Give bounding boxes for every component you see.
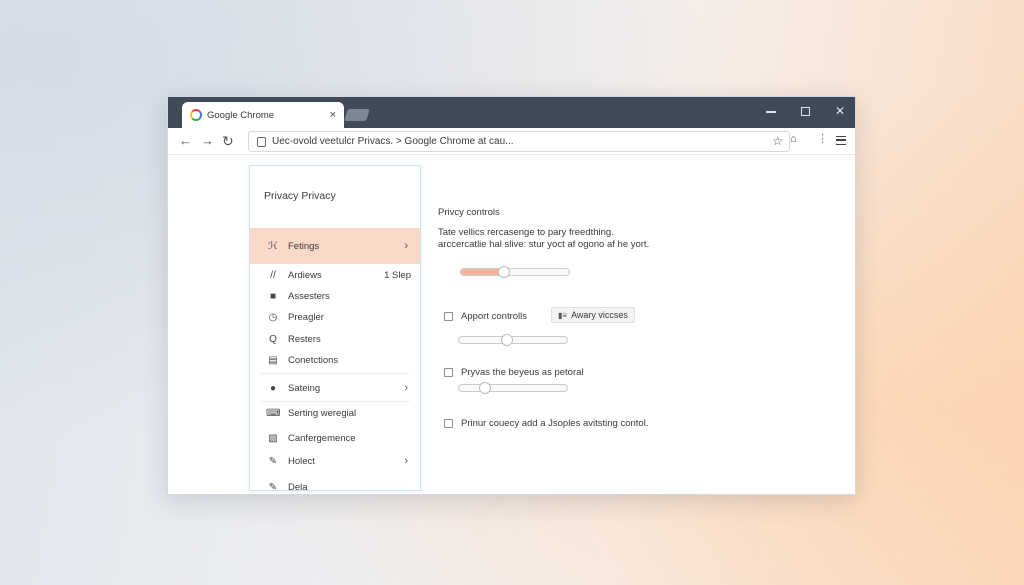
privacy-slider-1[interactable]	[460, 266, 570, 278]
close-window-button[interactable]: ✕	[833, 104, 847, 118]
url-text[interactable]: Uec-ovold veetulcr Privacs. > Google Chr…	[272, 136, 781, 147]
chrome-logo-icon	[190, 109, 202, 121]
option-label: Prinur couecy add a Jsoples avitsting co…	[461, 418, 649, 429]
wrench-icon: ℋ	[268, 240, 278, 252]
maximize-button[interactable]	[798, 104, 812, 118]
slider-thumb[interactable]	[498, 266, 511, 278]
checkbox[interactable]	[444, 312, 453, 321]
sidebar-item-label: Canfergemence	[288, 432, 356, 444]
privacy-slider-3[interactable]	[458, 382, 568, 394]
slider-fill	[459, 337, 507, 343]
bookmark-star-icon[interactable]: ☆	[772, 134, 783, 148]
sidebar-item-canfergemence[interactable]: ▧ Canfergemence	[250, 427, 420, 449]
minimize-icon	[766, 111, 776, 113]
document-icon: ▧	[268, 432, 278, 444]
title-bar: Google Chrome × ✕	[168, 97, 855, 128]
option-label: Pryvas the beyeus as petoral	[461, 367, 584, 378]
sidebar-item-sateing[interactable]: ● Sateing ›	[250, 377, 420, 399]
chip-label: Awary viccses	[571, 310, 628, 320]
briefcase-icon: ■	[269, 290, 277, 302]
address-bar[interactable]: Uec-ovold veetulcr Privacs. > Google Chr…	[248, 131, 790, 152]
apport-controls-option[interactable]: Apport controlls	[444, 311, 527, 322]
sidebar-item-label: Holect	[288, 455, 315, 467]
pryvas-option[interactable]: Pryvas the beyeus as petoral	[444, 367, 584, 378]
sidebar-item-conetctions[interactable]: ▤ Conetctions	[250, 349, 420, 371]
chevron-right-icon: ›	[404, 382, 408, 394]
sidebar-item-label: Assesters	[288, 290, 330, 302]
forward-button[interactable]: →	[201, 133, 214, 149]
sidebar-item-ardiews[interactable]: // Ardiews 1 Slep	[250, 264, 420, 286]
search-icon: Q	[269, 333, 277, 345]
checkbox[interactable]	[444, 419, 453, 428]
page-info-icon[interactable]	[257, 136, 266, 147]
minimize-button[interactable]	[764, 104, 778, 118]
description-line: Tate vellics rercasenge to pary freedthi…	[438, 227, 614, 238]
description-line: arccercatlie hal slive: stur yoct af ogo…	[438, 239, 650, 250]
tab-close-icon[interactable]: ×	[330, 109, 336, 121]
pen-icon: //	[270, 269, 276, 281]
extension-icon[interactable]: ⌂	[790, 133, 797, 145]
sidebar-divider	[260, 373, 410, 374]
list-icon: ▮≡	[558, 310, 568, 320]
tag-icon: ✎	[268, 481, 278, 491]
browser-window: Google Chrome × ✕ ← → ↻ Uec-ovold veetul…	[167, 96, 856, 495]
awary-viccses-chip[interactable]: ▮≡ Awary viccses	[551, 307, 635, 323]
clock-icon: ◷	[268, 311, 278, 323]
sidebar-item-label: Conetctions	[288, 354, 339, 366]
kebab-icon[interactable]: ⋮	[817, 132, 828, 145]
sidebar-item-assesters[interactable]: ■ Assesters	[250, 285, 420, 307]
sidebar-item-serting-weregial[interactable]: ⌨ Serting weregial	[250, 402, 420, 424]
sidebar-item-fetings[interactable]: ℋ Fetings ›	[250, 228, 420, 264]
keyboard-icon: ⌨	[266, 407, 281, 419]
slider-thumb[interactable]	[500, 334, 513, 346]
sidebar-item-holect[interactable]: ✎ Holect ›	[250, 450, 420, 472]
option-label: Apport controlls	[461, 311, 528, 322]
maximize-icon	[800, 107, 810, 117]
section-description: Tate vellics rercasenge to pary freedthi…	[438, 227, 649, 251]
sidebar-item-label: Sateing	[288, 382, 321, 394]
chevron-right-icon: ›	[404, 240, 408, 252]
sidebar-title: Privacy Privacy	[264, 190, 336, 202]
sidebar-item-label: Resters	[288, 333, 321, 345]
back-button[interactable]: ←	[179, 133, 192, 149]
sidebar-item-preagler[interactable]: ◷ Preagler	[250, 306, 420, 328]
sidebar-item-label: Ardiews	[288, 269, 322, 281]
menu-icon[interactable]	[836, 136, 846, 145]
sidebar-item-dela[interactable]: ✎ Dela	[250, 476, 420, 491]
sidebar-item-label: Serting weregial	[288, 407, 357, 419]
sidebar-item-resters[interactable]: Q Resters	[250, 328, 420, 350]
new-tab-button[interactable]	[344, 109, 370, 121]
prinur-option[interactable]: Prinur couecy add a Jsoples avitsting co…	[444, 418, 648, 429]
browser-toolbar: ← → ↻ Uec-ovold veetulcr Privacs. > Goog…	[168, 128, 855, 155]
chevron-right-icon: ›	[404, 455, 408, 467]
browser-tab[interactable]: Google Chrome ×	[182, 102, 344, 128]
sidebar-item-meta: 1 Slep	[384, 269, 411, 281]
checkbox[interactable]	[444, 368, 453, 377]
sidebar-item-label: Dela	[288, 481, 308, 491]
sidebar-item-label: Preagler	[288, 311, 324, 323]
settings-sidebar: Privacy Privacy ℋ Fetings › // Ardiews 1…	[249, 165, 421, 491]
pencil-icon: ✎	[268, 455, 278, 467]
sidebar-item-label: Fetings	[288, 240, 320, 252]
privacy-slider-2[interactable]	[458, 334, 568, 346]
section-title: Privcy controls	[438, 207, 500, 218]
slider-thumb[interactable]	[478, 382, 491, 394]
reload-button[interactable]: ↻	[222, 133, 234, 149]
grid-icon: ▤	[268, 354, 278, 366]
compass-icon: ●	[269, 382, 277, 394]
tab-title: Google Chrome	[207, 109, 275, 121]
